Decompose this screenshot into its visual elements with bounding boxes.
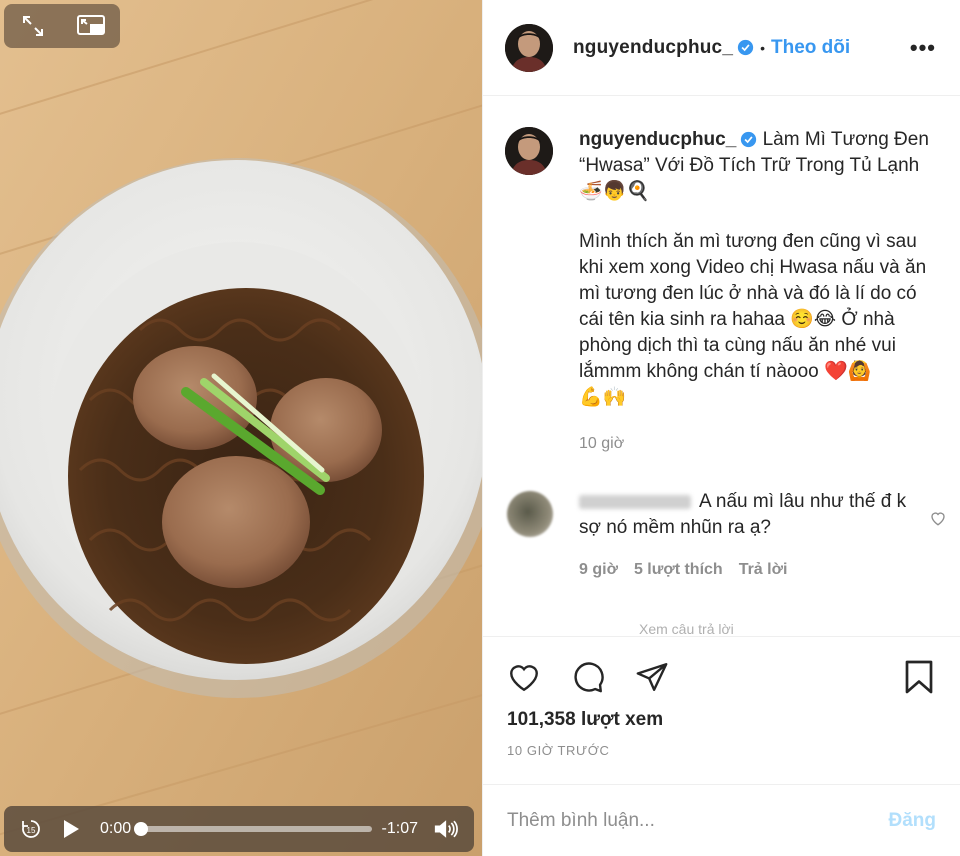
video-top-controls bbox=[4, 4, 120, 48]
commenter-username-blurred[interactable] bbox=[579, 494, 691, 509]
comment-body: A nấu mì lâu như thế đ k sợ nó mềm nhũn … bbox=[579, 489, 919, 541]
comment-bubble-icon[interactable] bbox=[569, 658, 607, 696]
post-caption: nguyenducphuc_ Làm Mì Tương Đen “Hwasa” … bbox=[505, 127, 945, 457]
more-options-icon[interactable]: ••• bbox=[910, 35, 936, 61]
video-frame bbox=[0, 0, 482, 856]
caption-avatar[interactable] bbox=[505, 127, 553, 175]
replay-15-icon[interactable]: 15 bbox=[18, 816, 44, 842]
comment-meta: 9 giờ 5 lượt thích Trả lời bbox=[579, 561, 947, 579]
header-username[interactable]: nguyenducphuc_ bbox=[573, 37, 733, 59]
separator-dot: • bbox=[760, 39, 765, 56]
comment-timestamp[interactable]: 9 giờ bbox=[579, 561, 618, 579]
seek-bar-knob[interactable] bbox=[134, 822, 149, 836]
remaining-time: -1:07 bbox=[381, 820, 418, 837]
view-count[interactable]: 101,358 lượt xem bbox=[483, 709, 960, 731]
verified-badge-icon bbox=[741, 132, 757, 148]
like-heart-icon[interactable] bbox=[505, 658, 543, 696]
follow-button[interactable]: Theo dõi bbox=[771, 37, 850, 59]
comment-item: A nấu mì lâu như thế đ k sợ nó mềm nhũn … bbox=[507, 489, 947, 579]
post-actions-section: 101,358 lượt xem 10 GIỜ TRƯỚC bbox=[483, 636, 960, 758]
add-comment-bar: Đăng bbox=[483, 784, 960, 856]
comments-scroll-area[interactable]: nguyenducphuc_ Làm Mì Tương Đen “Hwasa” … bbox=[483, 97, 960, 635]
svg-text:15: 15 bbox=[27, 826, 36, 835]
picture-in-picture-icon[interactable] bbox=[73, 8, 109, 44]
comment-like-heart-icon[interactable] bbox=[929, 509, 947, 527]
action-bar bbox=[483, 637, 960, 717]
caption-body-text: Mình thích ăn mì tương đen cũng vì sau k… bbox=[579, 231, 927, 382]
save-bookmark-icon[interactable] bbox=[900, 658, 938, 696]
verified-badge-icon bbox=[737, 39, 754, 56]
video-player[interactable]: 15 0:00 -1:07 bbox=[0, 0, 482, 856]
video-controls: 15 0:00 -1:07 bbox=[4, 806, 474, 852]
caption-title-emoji: 🍜👦🍳 bbox=[579, 181, 650, 202]
play-icon[interactable] bbox=[58, 816, 84, 842]
seek-bar[interactable] bbox=[134, 822, 372, 836]
caption-title: nguyenducphuc_ Làm Mì Tương Đen “Hwasa” … bbox=[579, 127, 945, 205]
post-comment-button[interactable]: Đăng bbox=[889, 810, 937, 832]
post-timestamp[interactable]: 10 GIỜ TRƯỚC bbox=[483, 743, 960, 758]
caption-body: Mình thích ăn mì tương đen cũng vì sau k… bbox=[579, 229, 945, 411]
comment-like-count[interactable]: 5 lượt thích bbox=[634, 561, 723, 579]
share-paper-plane-icon[interactable] bbox=[633, 658, 671, 696]
expand-icon[interactable] bbox=[15, 8, 51, 44]
caption-username[interactable]: nguyenducphuc_ bbox=[579, 129, 736, 150]
commenter-avatar[interactable] bbox=[507, 491, 553, 537]
comment-reply-button[interactable]: Trả lời bbox=[739, 561, 788, 579]
post-side-panel: nguyenducphuc_ • Theo dõi ••• nguyenducp… bbox=[482, 0, 960, 856]
caption-body-emoji: 💪🙌 bbox=[579, 387, 627, 408]
comment-input[interactable] bbox=[507, 809, 889, 832]
avatar[interactable] bbox=[505, 23, 553, 72]
volume-icon[interactable] bbox=[434, 816, 460, 842]
view-replies-link[interactable]: Xem câu trả lời bbox=[639, 621, 734, 635]
elapsed-time: 0:00 bbox=[100, 820, 132, 837]
caption-timestamp[interactable]: 10 giờ bbox=[579, 431, 945, 457]
post-header: nguyenducphuc_ • Theo dõi ••• bbox=[483, 0, 960, 96]
